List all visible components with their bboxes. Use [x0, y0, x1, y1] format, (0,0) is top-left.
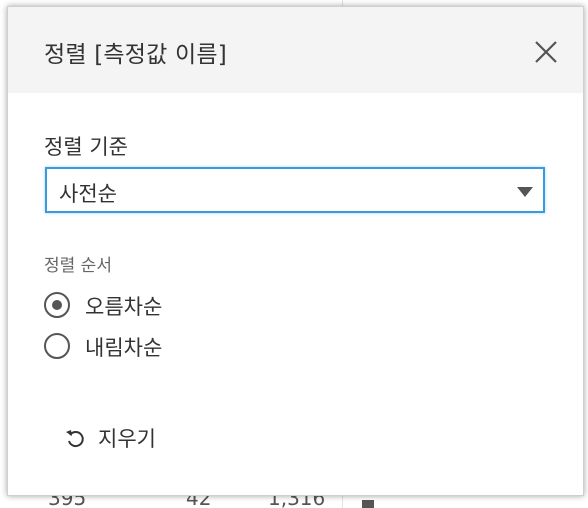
sort-order-label: 정렬 순서: [44, 256, 112, 276]
sort-by-select[interactable]: 사전순: [45, 167, 545, 213]
radio-selected-dot: [52, 300, 62, 310]
close-icon: [535, 41, 557, 63]
background-scroll-handle: [362, 500, 374, 508]
sort-by-selected-value: 사전순: [59, 182, 117, 206]
background-row: 395 42 1,316: [0, 494, 588, 508]
sort-dialog: 정렬 [측정값 이름] 정렬 기준 사전순 정렬 순서 오름차순 내림차순 지우…: [7, 6, 584, 496]
radio-button-icon: [44, 292, 70, 318]
clear-label: 지우기: [98, 427, 156, 451]
background-cell: 395: [48, 494, 87, 508]
dialog-header: 정렬 [측정값 이름]: [8, 7, 583, 93]
undo-icon: [66, 430, 84, 448]
radio-ascending-label: 오름차순: [85, 295, 163, 319]
background-cell: 1,316: [268, 494, 326, 508]
dialog-title: 정렬 [측정값 이름]: [44, 42, 227, 68]
sort-by-label: 정렬 기준: [44, 135, 128, 159]
background-cell: 42: [186, 494, 212, 508]
close-button[interactable]: [531, 37, 561, 67]
radio-button-icon: [44, 333, 70, 359]
chevron-down-icon: [517, 187, 533, 197]
radio-descending-label: 내림차순: [85, 336, 163, 360]
